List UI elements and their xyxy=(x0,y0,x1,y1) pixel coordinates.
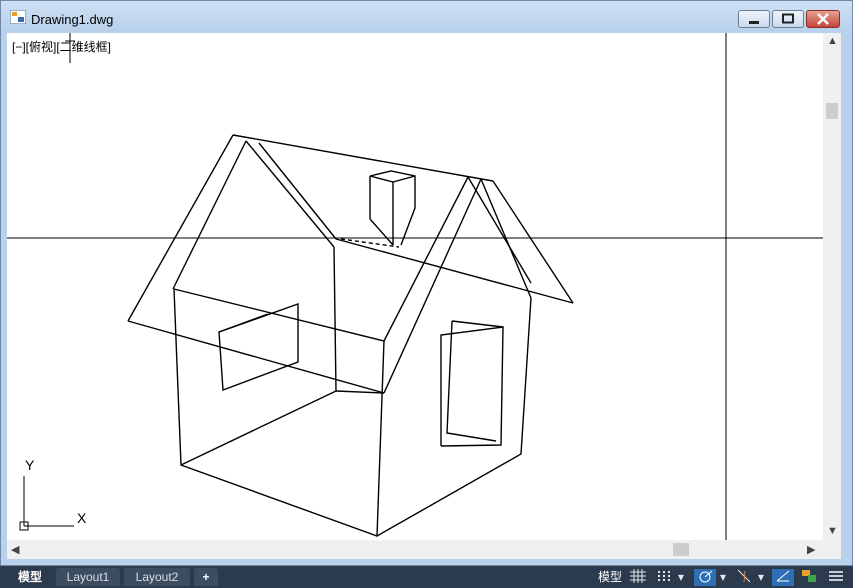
add-layout-button[interactable]: + xyxy=(194,568,218,586)
house-wireframe xyxy=(7,33,823,540)
vertical-scrollbar[interactable]: ▲ ▼ xyxy=(823,33,841,540)
window-title: Drawing1.dwg xyxy=(31,12,114,27)
close-icon xyxy=(817,13,829,25)
ucs-x-label: X xyxy=(77,510,87,526)
tab-layout2[interactable]: Layout2 xyxy=(124,568,190,586)
status-bar: 模型 Layout1 Layout2 + 模型 ▾ ▾ ▾ xyxy=(0,566,853,588)
model-space-toggle[interactable]: 模型 xyxy=(598,569,622,586)
polar-dropdown-icon[interactable]: ▾ xyxy=(718,569,728,586)
scroll-left-icon[interactable]: ◀ xyxy=(11,543,19,556)
house-lines xyxy=(127,134,574,537)
drawing-window: Drawing1.dwg [−][俯视][二维线框] Y X ▲ ▼ ◀ ▶ xyxy=(0,0,853,566)
snap-icon[interactable] xyxy=(654,569,674,586)
tab-model[interactable]: 模型 xyxy=(8,568,52,586)
minimize-button[interactable] xyxy=(738,10,770,28)
vertical-scroll-thumb[interactable] xyxy=(826,103,838,119)
horizontal-scrollbar[interactable]: ◀ ▶ xyxy=(7,540,823,559)
maximize-icon xyxy=(782,13,794,24)
object-snap-icon[interactable] xyxy=(734,569,754,586)
autocad-drawing-icon xyxy=(10,10,26,24)
title-bar[interactable]: Drawing1.dwg xyxy=(1,1,852,31)
hamburger-menu-icon[interactable] xyxy=(826,569,846,586)
annotation-icon[interactable] xyxy=(798,569,820,586)
close-button[interactable] xyxy=(806,10,840,28)
crosshair-cursor xyxy=(7,33,823,540)
isometric-icon[interactable] xyxy=(772,569,794,586)
horizontal-scroll-thumb[interactable] xyxy=(673,543,689,556)
ucs-y-label: Y xyxy=(25,457,35,473)
scroll-corner xyxy=(823,540,841,559)
grid-icon[interactable] xyxy=(628,569,648,586)
snap-dropdown-icon[interactable]: ▾ xyxy=(676,569,686,586)
scroll-down-icon[interactable]: ▼ xyxy=(827,525,838,537)
drawing-canvas[interactable]: [−][俯视][二维线框] Y X xyxy=(7,33,823,540)
scroll-right-icon[interactable]: ▶ xyxy=(807,543,815,556)
maximize-button[interactable] xyxy=(772,10,804,28)
osnap-dropdown-icon[interactable]: ▾ xyxy=(756,569,766,586)
ucs-icon xyxy=(19,476,74,531)
window-border xyxy=(841,33,852,559)
scroll-up-icon[interactable]: ▲ xyxy=(827,35,838,47)
minimize-icon xyxy=(749,21,759,24)
tab-layout1[interactable]: Layout1 xyxy=(56,568,120,586)
polar-tracking-icon[interactable] xyxy=(694,569,716,586)
